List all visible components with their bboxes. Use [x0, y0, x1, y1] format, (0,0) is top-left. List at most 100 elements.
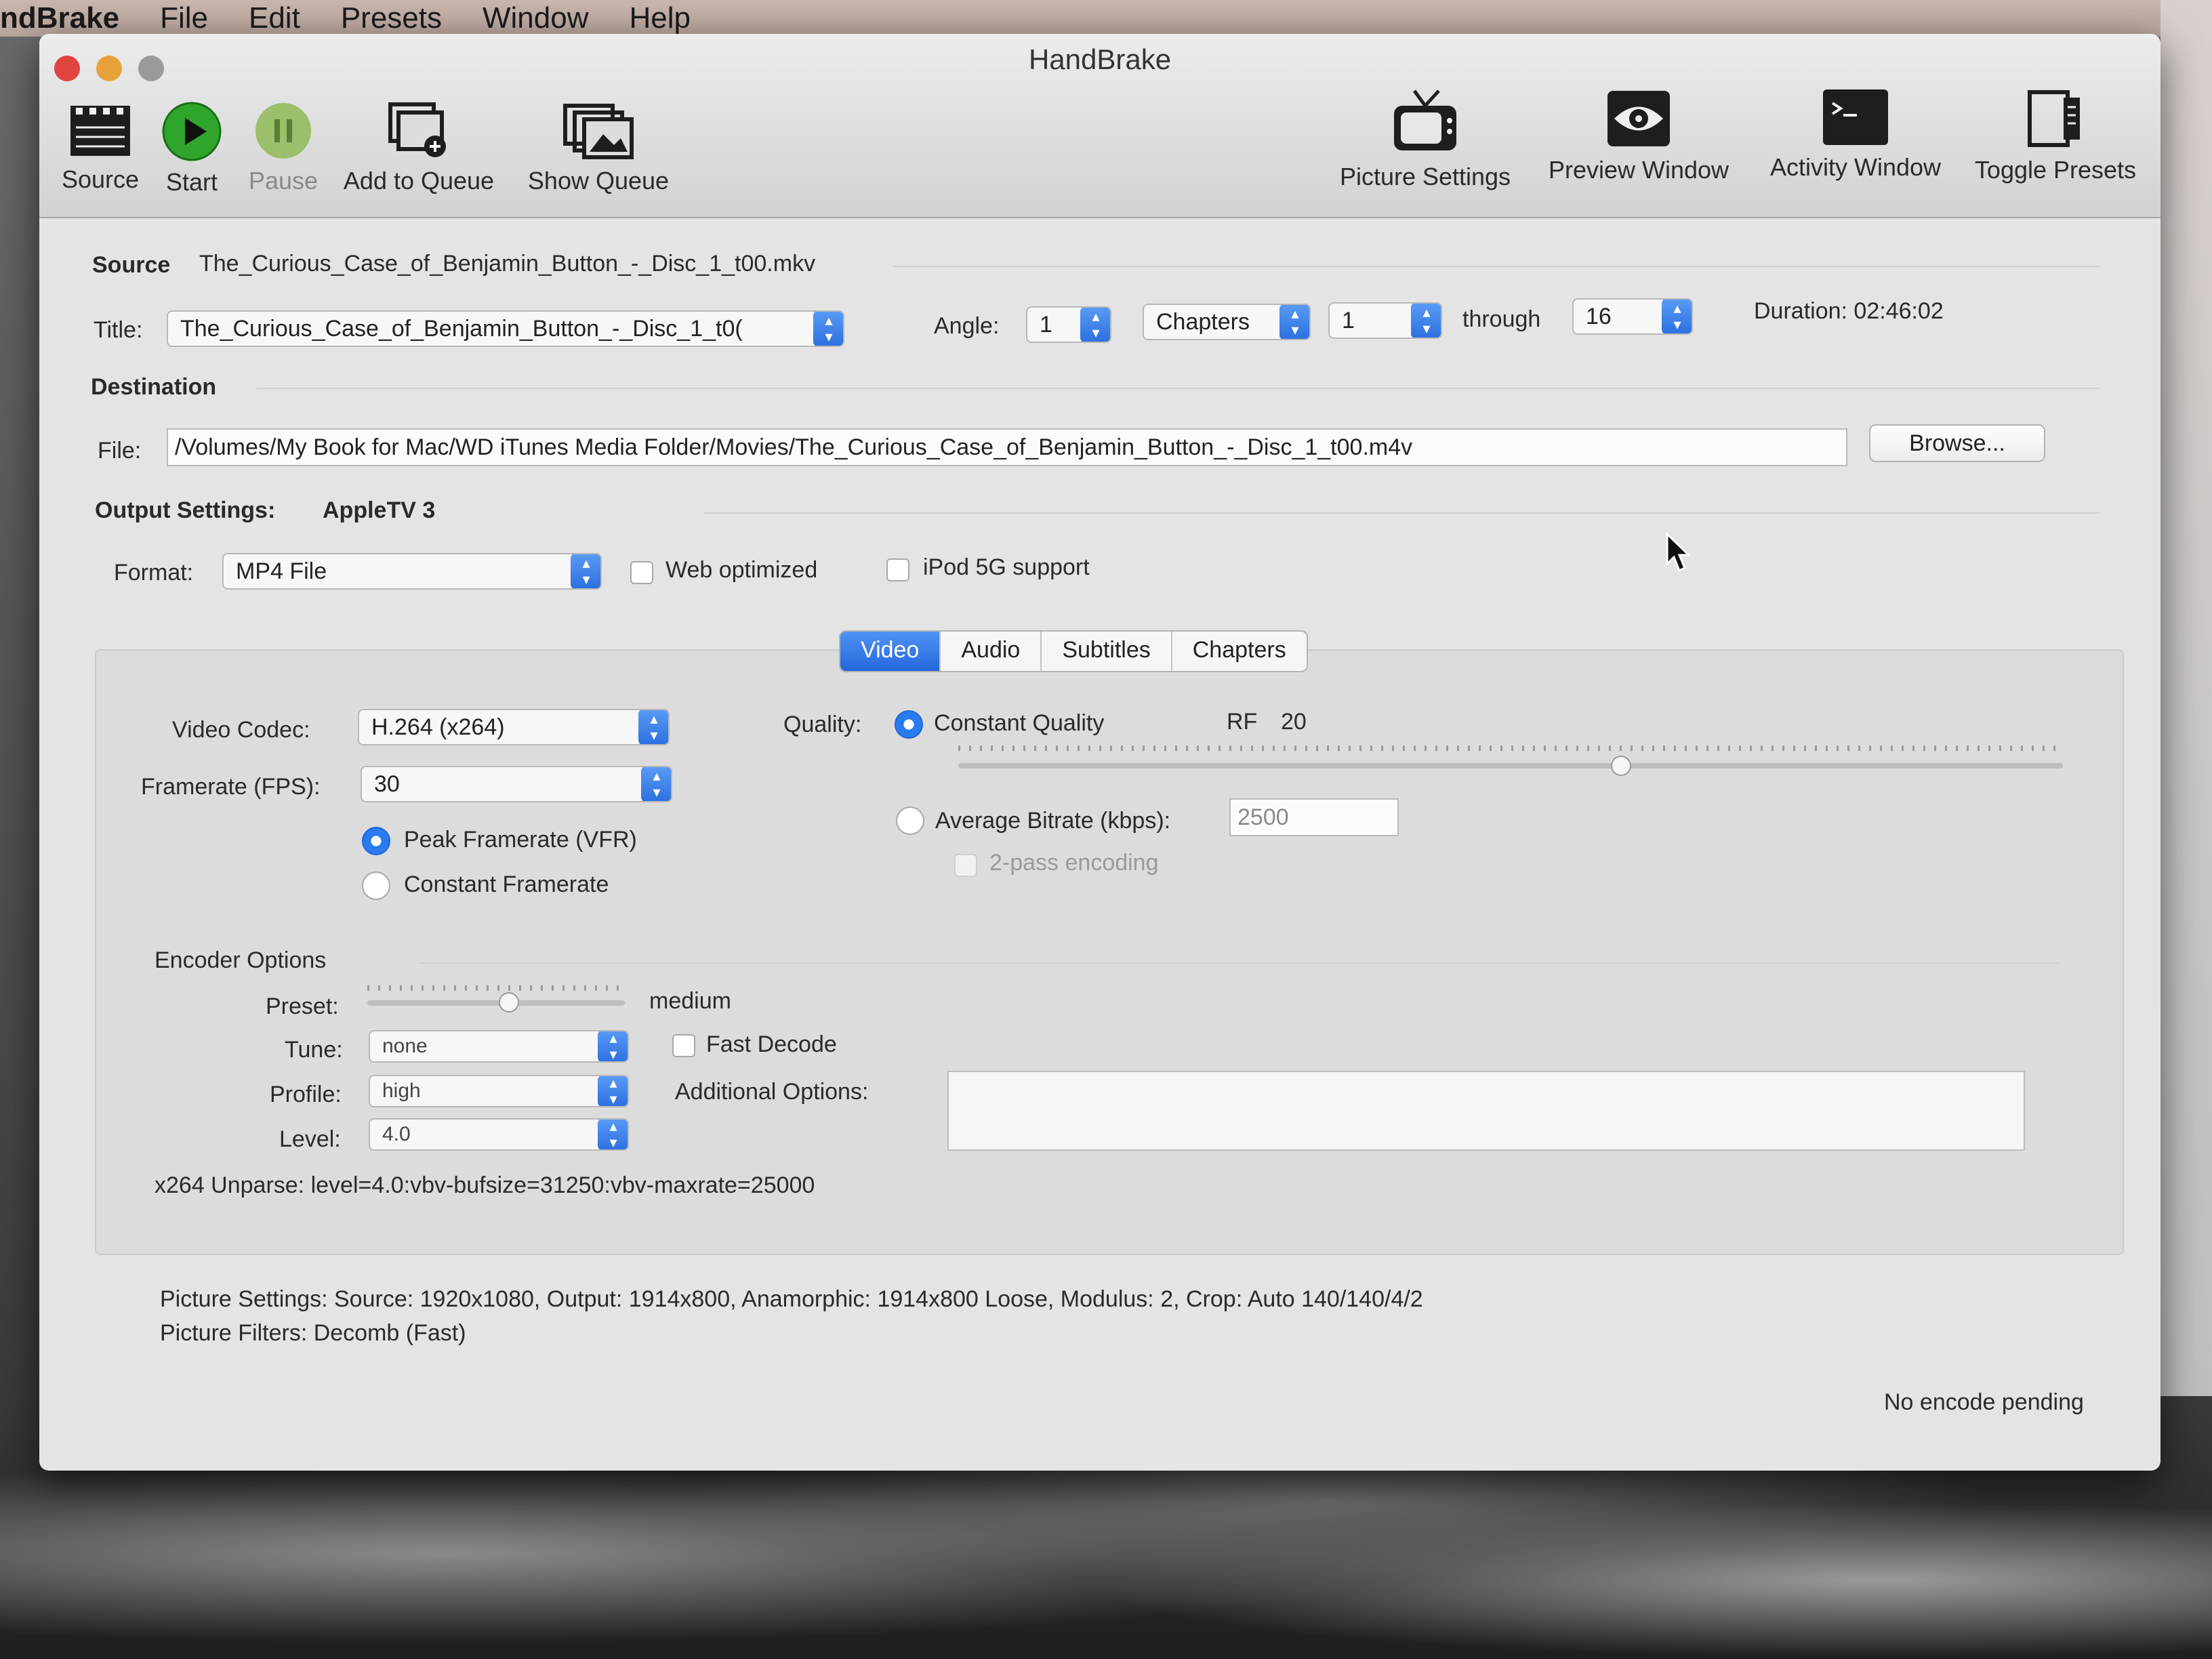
- picture-settings-button[interactable]: Picture Settings: [1327, 88, 1523, 191]
- tab-subtitles[interactable]: Subtitles: [1042, 632, 1172, 671]
- terminal-icon: [1822, 88, 1889, 146]
- pause-icon: [254, 102, 312, 160]
- divider: [893, 266, 2100, 267]
- encode-status: No encode pending: [1884, 1389, 2084, 1415]
- peak-framerate-radio[interactable]: [362, 827, 390, 855]
- stepper-arrows-icon: ▴ ▾: [1662, 300, 1692, 333]
- toolbar: HandBrake Source Start Pause Add to Queu…: [39, 34, 2160, 218]
- tab-chapters[interactable]: Chapters: [1172, 632, 1307, 671]
- title-label: Title:: [94, 317, 143, 343]
- level-popup[interactable]: 4.0 ▴ ▾: [369, 1118, 629, 1151]
- framerate-popup[interactable]: 30 ▴ ▾: [361, 766, 672, 802]
- menu-presets[interactable]: Presets: [341, 1, 442, 35]
- start-button[interactable]: Start: [155, 102, 229, 197]
- file-label: File:: [98, 438, 142, 464]
- picture-filters-summary: Picture Filters: Decomb (Fast): [160, 1320, 466, 1346]
- mouse-cursor-icon: [1666, 531, 1693, 577]
- peak-framerate-label: Peak Framerate (VFR): [404, 827, 637, 853]
- encoder-options-heading: Encoder Options: [155, 947, 327, 973]
- pause-button[interactable]: Pause: [243, 102, 324, 195]
- tab-audio[interactable]: Audio: [941, 632, 1042, 671]
- constant-framerate-label: Constant Framerate: [404, 872, 609, 897]
- quality-slider[interactable]: [958, 763, 2063, 769]
- tune-popup[interactable]: none ▴ ▾: [369, 1030, 629, 1063]
- show-queue-button[interactable]: Show Queue: [514, 102, 683, 195]
- show-queue-label: Show Queue: [527, 167, 670, 194]
- preview-window-button[interactable]: Preview Window: [1537, 88, 1740, 184]
- output-settings-heading: Output Settings:: [95, 497, 276, 523]
- range-end-popup[interactable]: 16 ▴ ▾: [1572, 298, 1693, 335]
- picture-settings-summary: Picture Settings: Source: 1920x1080, Out…: [160, 1286, 1423, 1312]
- quality-label: Quality:: [783, 712, 862, 737]
- stepper-arrows-icon: ▴ ▾: [1279, 305, 1309, 339]
- window-title: HandBrake: [1028, 43, 1172, 75]
- range-start-popup[interactable]: 1 ▴ ▾: [1328, 302, 1442, 339]
- browse-button[interactable]: Browse...: [1869, 424, 2045, 462]
- tune-value: none: [382, 1035, 428, 1057]
- video-codec-popup[interactable]: H.264 (x264) ▴ ▾: [358, 709, 670, 745]
- stepper-arrows-icon: ▴ ▾: [1411, 304, 1441, 337]
- toggle-presets-button[interactable]: Toggle Presets: [1964, 88, 2147, 184]
- through-label: through: [1462, 306, 1541, 332]
- picture-settings-label: Picture Settings: [1339, 163, 1511, 190]
- fast-decode-checkbox[interactable]: [672, 1034, 695, 1057]
- ipod-support-checkbox[interactable]: [886, 558, 909, 581]
- angle-label: Angle:: [934, 313, 1000, 339]
- average-bitrate-radio[interactable]: [896, 806, 924, 835]
- constant-framerate-radio[interactable]: [362, 872, 390, 900]
- video-codec-value: H.264 (x264): [371, 714, 505, 740]
- menu-app-name[interactable]: ndBrake: [0, 1, 119, 35]
- preset-slider[interactable]: [367, 1000, 625, 1006]
- range-type-popup[interactable]: Chapters ▴ ▾: [1143, 304, 1311, 340]
- menu-help[interactable]: Help: [629, 1, 691, 35]
- preset-value: medium: [649, 988, 731, 1014]
- preset-slider-knob[interactable]: [499, 992, 519, 1012]
- rf-label: RF: [1227, 709, 1258, 735]
- add-to-queue-icon: [385, 102, 453, 160]
- stepper-arrows-icon: ▴ ▾: [571, 554, 600, 588]
- angle-popup[interactable]: 1 ▴ ▾: [1026, 306, 1111, 343]
- fast-decode-label: Fast Decode: [706, 1031, 837, 1057]
- quality-slider-knob[interactable]: [1611, 756, 1631, 776]
- duration-label: Duration: 02:46:02: [1754, 298, 1944, 324]
- level-value: 4.0: [382, 1123, 411, 1145]
- framerate-value: 30: [374, 771, 400, 797]
- pause-label: Pause: [248, 167, 319, 194]
- activity-window-label: Activity Window: [1769, 153, 1942, 181]
- title-popup[interactable]: The_Curious_Case_of_Benjamin_Button_-_Di…: [167, 310, 844, 347]
- two-pass-checkbox[interactable]: [954, 854, 977, 877]
- preview-window-label: Preview Window: [1548, 156, 1729, 184]
- web-optimized-label: Web optimized: [665, 557, 818, 583]
- level-label: Level:: [279, 1126, 341, 1152]
- source-button[interactable]: Source: [53, 102, 148, 194]
- format-popup[interactable]: MP4 File ▴ ▾: [222, 553, 602, 590]
- settings-tabs: Video Audio Subtitles Chapters: [839, 630, 1308, 672]
- tv-icon: [1390, 88, 1460, 156]
- profile-popup[interactable]: high ▴ ▾: [369, 1075, 629, 1107]
- additional-options-input[interactable]: [947, 1071, 2025, 1151]
- average-bitrate-label: Average Bitrate (kbps):: [935, 808, 1171, 834]
- preset-label: Preset:: [266, 994, 339, 1019]
- x264-unparse-text: x264 Unparse: level=4.0:vbv-bufsize=3125…: [155, 1172, 815, 1198]
- profile-value: high: [382, 1080, 421, 1102]
- additional-options-label: Additional Options:: [675, 1079, 869, 1105]
- menu-file[interactable]: File: [160, 1, 208, 35]
- tab-video[interactable]: Video: [840, 632, 941, 671]
- divider: [703, 512, 2100, 514]
- web-optimized-checkbox[interactable]: [630, 561, 653, 584]
- bitrate-input[interactable]: 2500: [1229, 798, 1399, 836]
- framerate-label: Framerate (FPS):: [141, 774, 321, 800]
- constant-quality-radio[interactable]: [895, 710, 923, 739]
- menu-edit[interactable]: Edit: [249, 1, 300, 35]
- format-value: MP4 File: [236, 558, 327, 584]
- video-codec-label: Video Codec:: [172, 717, 310, 743]
- activity-window-button[interactable]: Activity Window: [1754, 88, 1957, 182]
- divider: [256, 388, 2100, 389]
- destination-file-input[interactable]: /Volumes/My Book for Mac/WD iTunes Media…: [167, 428, 1847, 466]
- stepper-arrows-icon: ▴ ▾: [598, 1120, 628, 1149]
- menu-bar: ndBrake File Edit Presets Window Help: [0, 0, 2212, 37]
- add-to-queue-button[interactable]: Add to Queue: [331, 102, 507, 195]
- ipod-support-label: iPod 5G support: [923, 554, 1090, 580]
- menu-window[interactable]: Window: [483, 1, 589, 35]
- drawer-icon: [2023, 88, 2088, 149]
